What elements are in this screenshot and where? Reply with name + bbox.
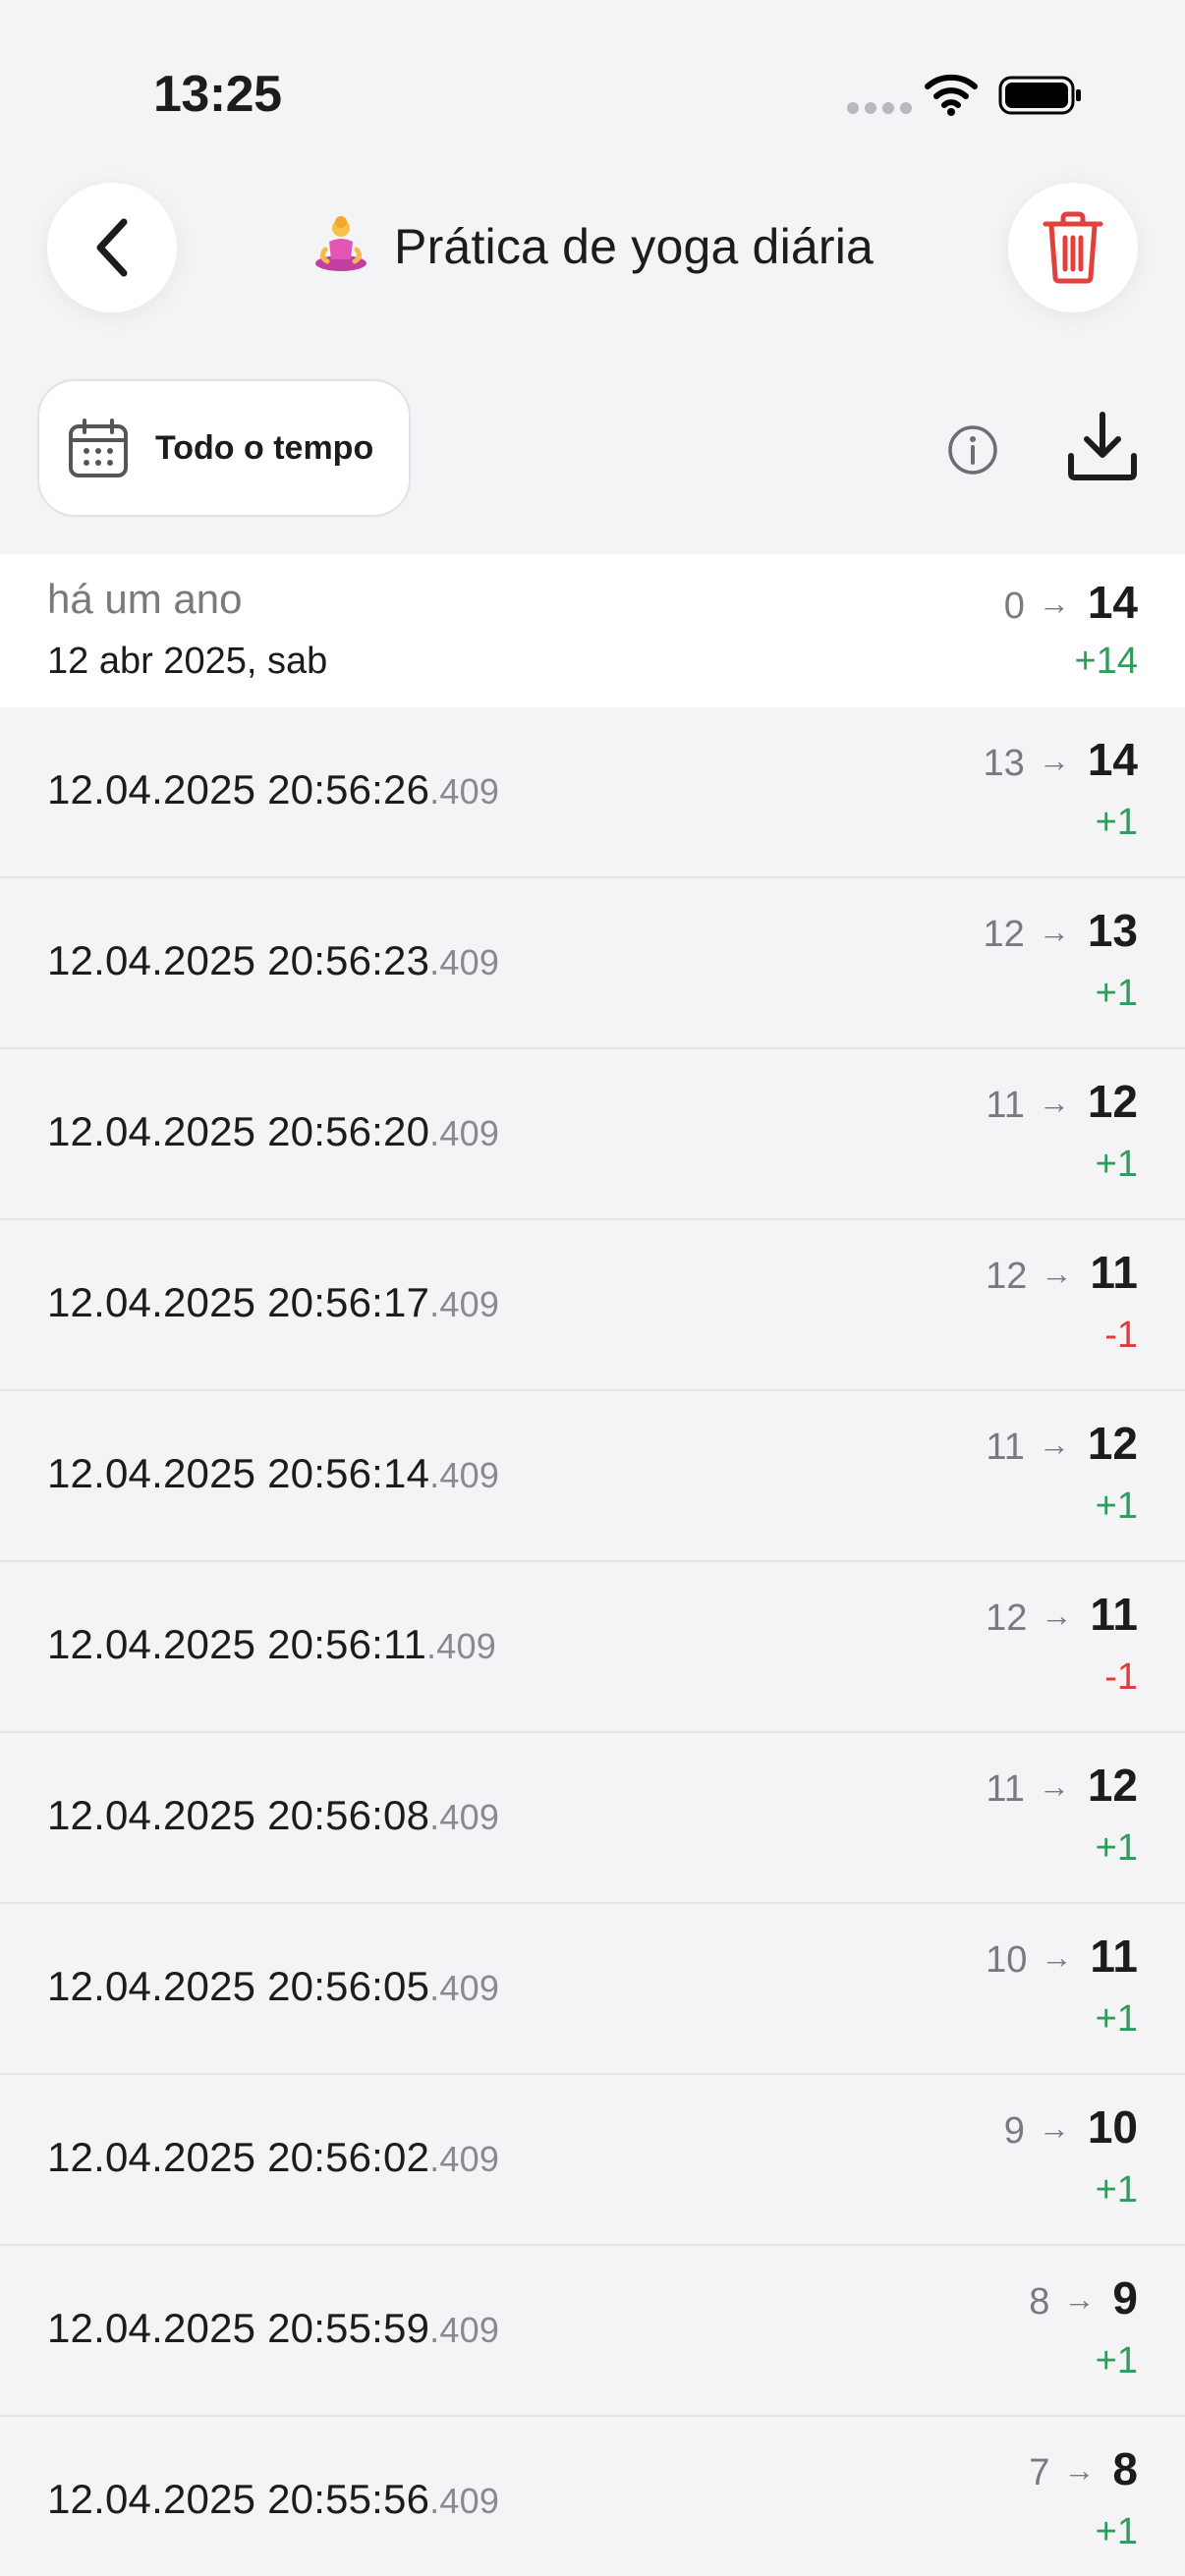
period-filter-button[interactable]: Todo o tempo [37,379,411,517]
entry-delta: +1 [1095,1998,1138,2040]
screen: 13:25 Prática de yoga diária Todo o temp… [0,0,1185,2576]
arrow-right-icon: → [1041,1939,1073,1975]
wifi-icon [925,74,978,116]
entry-delta: -1 [1104,1656,1138,1698]
list-item[interactable]: 12.04.2025 20:56:05.409 10 → 11 +1 [0,1904,1185,2075]
list-item[interactable]: 12.04.2025 20:56:14.409 11 → 12 +1 [0,1391,1185,1562]
entry-value-change: 8 → 9 [1029,2272,1138,2324]
entry-delta: +1 [1095,1827,1138,1869]
entry-timestamp: 12.04.2025 20:56:23.409 [47,937,500,983]
arrow-right-icon: → [1038,1085,1070,1120]
entry-delta: -1 [1104,1315,1138,1356]
entry-value-change: 12 → 11 [986,1589,1138,1640]
entry-timestamp: 12.04.2025 20:56:11.409 [47,1621,496,1667]
entry-timestamp: 12.04.2025 20:56:14.409 [47,1450,500,1496]
entry-delta: +1 [1095,2511,1138,2552]
info-icon[interactable] [945,422,1000,477]
entry-value-change: 12 → 11 [986,1247,1138,1298]
list-item[interactable]: 12.04.2025 20:56:11.409 12 → 11 -1 [0,1562,1185,1733]
list-item[interactable]: 12.04.2025 20:56:26.409 13 → 14 +1 [0,707,1185,878]
entries-list: 12.04.2025 20:56:26.409 13 → 14 +1 12.04.2… [0,707,1185,2576]
summary-delta: +14 [1074,641,1138,682]
arrow-right-icon: → [1063,2281,1096,2317]
battery-icon [998,76,1081,115]
arrow-right-icon: → [1063,2452,1096,2488]
entry-value-change: 11 → 12 [986,1760,1138,1811]
summary-row: há um ano 12 abr 2025, sab 0 → 14 +14 [0,554,1185,707]
list-item[interactable]: 12.04.2025 20:55:56.409 7 → 8 +1 [0,2417,1185,2576]
delete-button[interactable] [1008,183,1138,312]
entry-delta: +1 [1095,2169,1138,2211]
summary-date: 12 abr 2025, sab [47,641,328,682]
entry-timestamp: 12.04.2025 20:55:56.409 [47,2476,500,2522]
cellular-signal-icon [847,102,912,114]
arrow-right-icon: → [1041,1256,1073,1291]
summary-to-value: 14 [1087,577,1138,628]
arrow-right-icon: → [1038,1768,1070,1804]
entry-delta: +1 [1095,973,1138,1014]
person-in-lotus-position-icon [314,216,367,271]
entry-value-change: 12 → 13 [983,905,1138,956]
page-title-text: Prática de yoga diária [394,219,875,274]
period-filter-label: Todo o tempo [155,428,374,467]
entry-timestamp: 12.04.2025 20:55:59.409 [47,2305,500,2351]
entry-timestamp: 12.04.2025 20:56:08.409 [47,1792,500,1838]
summary-relative-time: há um ano [47,576,243,622]
summary-from-value: 0 [1003,586,1025,627]
entry-value-change: 13 → 14 [983,734,1138,785]
entry-delta: +1 [1095,2340,1138,2381]
arrow-right-icon: → [1038,743,1070,778]
download-icon[interactable] [1065,409,1140,483]
list-item[interactable]: 12.04.2025 20:56:20.409 11 → 12 +1 [0,1049,1185,1220]
entry-timestamp: 12.04.2025 20:56:05.409 [47,1963,500,2009]
trash-icon [1043,211,1103,284]
entry-delta: +1 [1095,1144,1138,1185]
list-item[interactable]: 12.04.2025 20:55:59.409 8 → 9 +1 [0,2246,1185,2417]
arrow-right-icon: → [1038,586,1070,621]
entry-delta: +1 [1095,802,1138,843]
entry-value-change: 11 → 12 [986,1418,1138,1469]
arrow-right-icon: → [1038,2110,1070,2146]
list-item[interactable]: 12.04.2025 20:56:23.409 12 → 13 +1 [0,878,1185,1049]
arrow-right-icon: → [1038,1427,1070,1462]
list-item[interactable]: 12.04.2025 20:56:02.409 9 → 10 +1 [0,2075,1185,2246]
entry-value-change: 11 → 12 [986,1076,1138,1127]
entry-value-change: 10 → 11 [986,1931,1138,1982]
entry-timestamp: 12.04.2025 20:56:02.409 [47,2134,500,2180]
entry-value-change: 9 → 10 [1003,2101,1138,2153]
entry-delta: +1 [1095,1485,1138,1527]
entry-timestamp: 12.04.2025 20:56:17.409 [47,1279,500,1325]
list-item[interactable]: 12.04.2025 20:56:17.409 12 → 11 -1 [0,1220,1185,1391]
status-bar: 13:25 [0,0,1185,177]
arrow-right-icon: → [1038,914,1070,949]
list-item[interactable]: 12.04.2025 20:56:08.409 11 → 12 +1 [0,1733,1185,1904]
arrow-right-icon: → [1041,1597,1073,1633]
summary-value-change: 0 → 14 [1004,576,1138,629]
status-time: 13:25 [153,66,282,123]
entry-value-change: 7 → 8 [1029,2443,1138,2494]
entry-timestamp: 12.04.2025 20:56:20.409 [47,1108,500,1154]
calendar-icon [69,419,128,477]
entry-timestamp: 12.04.2025 20:56:26.409 [47,766,500,812]
